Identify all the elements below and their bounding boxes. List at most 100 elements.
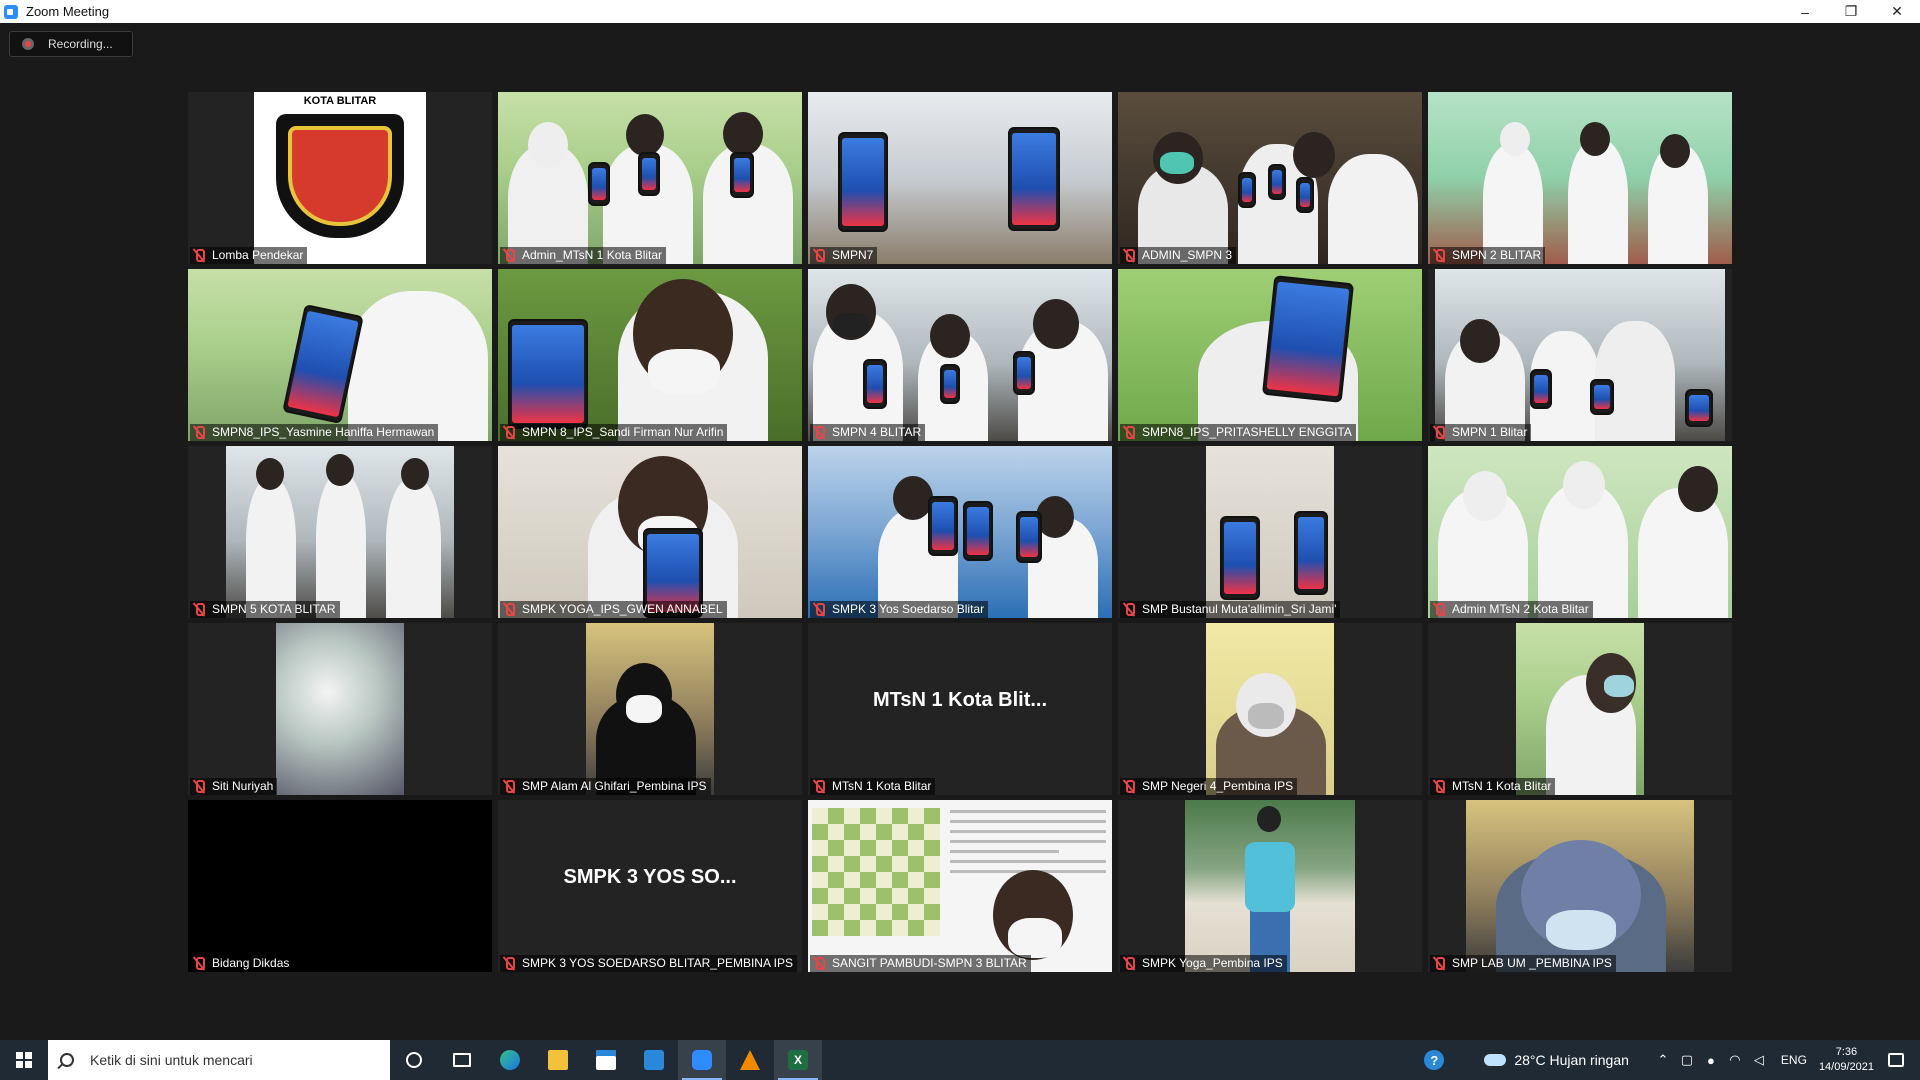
participant-tile[interactable]: SMPN 5 KOTA BLITAR [188, 446, 492, 618]
participant-tile[interactable]: SMP Negeri 4_Pembina IPS [1118, 623, 1422, 795]
task-view-icon [453, 1053, 471, 1067]
mic-muted-icon [1432, 956, 1446, 971]
start-button[interactable] [0, 1040, 48, 1080]
cortana-icon [406, 1052, 422, 1068]
search-input[interactable] [90, 1052, 380, 1068]
cortana-button[interactable] [390, 1040, 438, 1080]
participant-tile[interactable]: SMPN8_IPS_PRITASHELLY ENGGITA [1118, 269, 1422, 441]
window-titlebar: Zoom Meeting – ❐ ✕ [0, 0, 1920, 23]
vlc-button[interactable] [726, 1040, 774, 1080]
mic-muted-icon [1122, 425, 1136, 440]
participant-tile[interactable]: SMPN 4 BLITAR [808, 269, 1112, 441]
language-indicator[interactable]: ENG [1781, 1053, 1807, 1067]
zoom-icon [692, 1050, 712, 1070]
participant-video [1466, 800, 1694, 972]
close-button[interactable]: ✕ [1874, 0, 1920, 23]
record-dot-icon [22, 38, 34, 50]
window-controls: – ❐ ✕ [1782, 0, 1920, 23]
zoom-taskbar-button[interactable] [678, 1040, 726, 1080]
participant-name: Siti Nuriyah [190, 778, 278, 795]
participant-tile[interactable]: SMP LAB UM _PEMBINA IPS [1428, 800, 1732, 972]
store-button[interactable] [582, 1040, 630, 1080]
recording-indicator[interactable]: Recording... [9, 31, 133, 57]
participant-tile[interactable]: SMPN 1 Blitar [1428, 269, 1732, 441]
participant-name: SMP Bustanul Muta'allimin_Sri Jami' [1120, 601, 1341, 618]
edge-button[interactable] [486, 1040, 534, 1080]
mic-muted-icon [1122, 779, 1136, 794]
participant-tile[interactable]: SMPN7 [808, 92, 1112, 264]
microphone-icon[interactable]: ● [1699, 1053, 1723, 1068]
mail-button[interactable] [630, 1040, 678, 1080]
mic-muted-icon [1122, 248, 1136, 263]
mic-muted-icon [192, 602, 206, 617]
mic-muted-icon [192, 956, 206, 971]
mic-muted-icon [192, 425, 206, 440]
participant-tile[interactable]: SMPK 3 Yos Soedarso Blitar [808, 446, 1112, 618]
participant-tile[interactable]: SMPN 8_IPS_Sandi Firman Nur Arifin [498, 269, 802, 441]
excel-button[interactable]: X [774, 1040, 822, 1080]
participant-video [276, 623, 404, 795]
meeting-view: Recording... KOTA BLITAR Lomba Pendekar [0, 23, 1920, 1040]
participant-name: SMPN8_IPS_Yasmine Haniffa Hermawan [190, 424, 439, 441]
task-view-button[interactable] [438, 1040, 486, 1080]
minimize-button[interactable]: – [1782, 0, 1828, 23]
clock[interactable]: 7:36 14/09/2021 [1819, 1045, 1874, 1075]
store-icon [596, 1050, 616, 1070]
participant-video [498, 446, 802, 618]
participant-tile[interactable]: SMP Alam Al Ghifari_Pembina IPS [498, 623, 802, 795]
participant-video [1118, 269, 1422, 441]
restore-button[interactable]: ❐ [1828, 0, 1874, 23]
participant-tile[interactable]: ADMIN_SMPN 3 [1118, 92, 1422, 264]
tray-chevron-icon[interactable]: ⌃ [1651, 1052, 1675, 1068]
participant-name: SMPN 2 BLITAR [1430, 247, 1546, 264]
participant-video [1206, 446, 1334, 618]
file-explorer-button[interactable] [534, 1040, 582, 1080]
help-icon[interactable]: ? [1424, 1050, 1445, 1070]
participant-tile[interactable]: Siti Nuriyah [188, 623, 492, 795]
participant-tile[interactable]: SMPN8_IPS_Yasmine Haniffa Hermawan [188, 269, 492, 441]
participant-name: SMPN 8_IPS_Sandi Firman Nur Arifin [500, 424, 728, 441]
participant-tile[interactable]: SMP Bustanul Muta'allimin_Sri Jami' [1118, 446, 1422, 618]
zoom-app-icon [4, 4, 18, 19]
participant-name: SMPN 1 Blitar [1430, 424, 1532, 441]
participant-tile[interactable]: SMPN 2 BLITAR [1428, 92, 1732, 264]
participant-tile[interactable]: Admin_MTsN 1 Kota Blitar [498, 92, 802, 264]
network-icon[interactable]: ◠ [1723, 1052, 1747, 1068]
participant-tile[interactable]: MTsN 1 Kota Blit... MTsN 1 Kota Blitar [808, 623, 1112, 795]
participant-name: Admin MTsN 2 Kota Blitar [1430, 601, 1593, 618]
participant-tile[interactable]: Bidang Dikdas [188, 800, 492, 972]
participant-video [1118, 92, 1422, 264]
participant-tile[interactable]: MTsN 1 Kota Blitar [1428, 623, 1732, 795]
mic-muted-icon [812, 602, 826, 617]
edge-icon [500, 1050, 520, 1070]
participant-tile[interactable]: SANGIT PAMBUDI-SMPN 3 BLITAR [808, 800, 1112, 972]
weather-text[interactable]: 28°C Hujan ringan [1514, 1052, 1629, 1068]
participant-tile[interactable]: Admin MTsN 2 Kota Blitar [1428, 446, 1732, 618]
mic-muted-icon [502, 425, 516, 440]
mic-muted-icon [1122, 956, 1136, 971]
chessboard-screenshare [812, 808, 940, 936]
windows-taskbar: X ? 28°C Hujan ringan ⌃ ▢ ● ◠ ◁ ENG 7:36… [0, 1040, 1920, 1080]
participant-name: SMP LAB UM _PEMBINA IPS [1430, 955, 1616, 972]
participant-video [586, 623, 714, 795]
participant-tile[interactable]: KOTA BLITAR Lomba Pendekar [188, 92, 492, 264]
logo-text: KOTA BLITAR [303, 95, 377, 107]
participant-tile[interactable]: SMPK 3 YOS SO... SMPK 3 YOS SOEDARSO BLI… [498, 800, 802, 972]
windows-start-icon [16, 1052, 32, 1068]
participant-name: SMPN 4 BLITAR [810, 424, 926, 441]
mic-muted-icon [192, 779, 206, 794]
participant-tile[interactable]: SMPK Yoga_Pembina IPS [1118, 800, 1422, 972]
participant-name: ADMIN_SMPN 3 [1120, 247, 1237, 264]
weather-icon[interactable] [1484, 1054, 1507, 1066]
participant-name: MTsN 1 Kota Blitar [1430, 778, 1556, 795]
notification-icon[interactable] [1888, 1053, 1904, 1067]
volume-icon[interactable]: ◁ [1747, 1052, 1771, 1068]
participant-display-name: MTsN 1 Kota Blit... [872, 689, 1048, 711]
participant-name: Lomba Pendekar [190, 247, 308, 264]
mic-muted-icon [1432, 779, 1446, 794]
participant-video [498, 269, 802, 441]
participant-name: SMPK YOGA_IPS_GWEN ANNABEL [500, 601, 727, 618]
meet-now-icon[interactable]: ▢ [1675, 1052, 1699, 1068]
taskbar-search[interactable] [48, 1040, 390, 1080]
participant-tile[interactable]: SMPK YOGA_IPS_GWEN ANNABEL [498, 446, 802, 618]
